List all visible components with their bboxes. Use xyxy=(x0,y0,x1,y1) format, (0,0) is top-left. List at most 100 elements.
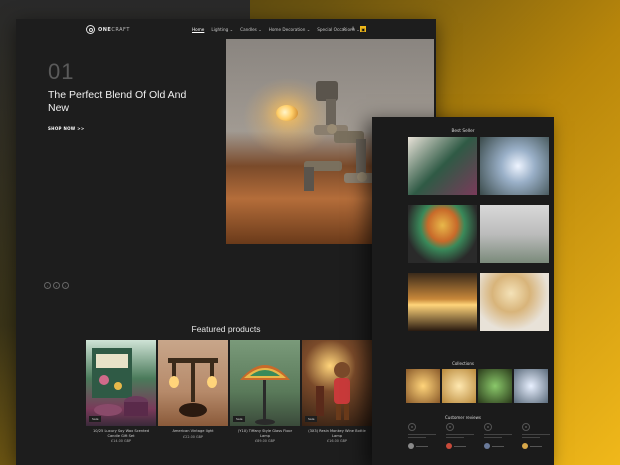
nav-icons: ⌕ ♙ ▣ xyxy=(343,26,367,32)
best-seller-image[interactable] xyxy=(408,205,477,263)
reviewer xyxy=(484,443,514,449)
best-seller-image[interactable] xyxy=(408,273,477,331)
reviewer-name xyxy=(416,445,428,447)
review-text xyxy=(446,437,464,438)
best-seller-item[interactable] xyxy=(408,137,477,205)
avatar xyxy=(522,443,528,449)
collection-item[interactable] xyxy=(406,369,440,404)
brand-name: ONECRAFT xyxy=(98,26,130,33)
product-price: £89.00 GBP xyxy=(255,439,275,443)
best-seller-item[interactable] xyxy=(408,273,477,341)
product-card[interactable]: Sale (Y1X) Tiffany Style Glass Floor Lam… xyxy=(230,340,300,443)
hero-title: The Perfect Blend Of Old And New xyxy=(48,89,187,114)
reviewer xyxy=(446,443,476,449)
collection-item[interactable] xyxy=(514,369,548,404)
best-seller-image[interactable] xyxy=(480,137,549,195)
reviewer-name xyxy=(454,445,466,447)
main-menu: Home Lighting ⌄ Candles ⌄ Home Decoratio… xyxy=(192,27,360,32)
brand-logo[interactable]: ONECRAFT xyxy=(86,25,130,34)
review-text xyxy=(522,437,540,438)
best-seller-item[interactable] xyxy=(480,137,549,205)
cart-icon[interactable]: ▣ xyxy=(360,26,367,32)
review-text xyxy=(408,434,436,435)
product-name[interactable]: 10/25 Luxury Soy Wax Scented Candle Gift… xyxy=(86,429,156,438)
best-seller-image[interactable] xyxy=(480,273,549,331)
slider-next-button[interactable]: › xyxy=(62,282,69,289)
customer-reviews-heading: Customer reviews xyxy=(444,415,481,420)
monkey-lamp-illustration xyxy=(316,362,350,420)
review-text xyxy=(446,434,474,435)
featured-products-list: Sale 10/25 Luxury Soy Wax Scented Candle… xyxy=(86,340,372,443)
secondary-page-mockup: Best Seller Collections Customer reviews… xyxy=(372,117,554,465)
hero-slide-number: 01 xyxy=(48,59,75,84)
hero-slider-controls: ‹ • › xyxy=(44,282,69,289)
candle-gift-set-illustration xyxy=(92,348,148,416)
review-card: ❝ xyxy=(408,423,438,449)
tiffany-lamp-illustration xyxy=(240,365,290,425)
nav-item-lighting[interactable]: Lighting ⌄ xyxy=(211,27,233,32)
slider-pause-button[interactable]: • xyxy=(53,282,60,289)
reviewer-name xyxy=(530,445,542,447)
product-image[interactable] xyxy=(158,340,228,426)
collections-list xyxy=(406,369,548,404)
product-card[interactable]: Sale 10/25 Luxury Soy Wax Scented Candle… xyxy=(86,340,156,443)
avatar xyxy=(484,443,490,449)
reviewer-name xyxy=(492,445,504,447)
avatar xyxy=(408,443,414,449)
avatar xyxy=(446,443,452,449)
best-seller-item[interactable] xyxy=(480,273,549,341)
collection-image[interactable] xyxy=(514,369,548,403)
product-card[interactable]: Sale (3X3) Resin Monkey Wine Bottle Lamp… xyxy=(302,340,372,443)
nav-item-home-decoration[interactable]: Home Decoration ⌄ xyxy=(269,27,311,32)
top-nav: ONECRAFT Home Lighting ⌄ Candles ⌄ Home … xyxy=(16,19,436,41)
collections-heading: Collections xyxy=(452,361,474,366)
best-seller-image[interactable] xyxy=(408,137,477,195)
collection-image[interactable] xyxy=(478,369,512,403)
logo-icon xyxy=(86,25,95,34)
sale-badge: Sale xyxy=(233,416,246,422)
search-icon[interactable]: ⌕ xyxy=(343,26,346,32)
product-price: £14.00 GBP xyxy=(111,439,131,443)
lamp-bulb xyxy=(276,105,298,121)
reviews-list: ❝ ❝ ❝ ❝ xyxy=(408,423,552,449)
best-seller-item[interactable] xyxy=(408,205,477,273)
product-price: £16.00 GBP xyxy=(327,439,347,443)
quote-icon: ❝ xyxy=(408,423,416,431)
reviewer xyxy=(408,443,438,449)
review-card: ❝ xyxy=(484,423,514,449)
shop-now-link[interactable]: SHOP NOW >> xyxy=(48,126,85,131)
product-name[interactable]: (3X3) Resin Monkey Wine Bottle Lamp xyxy=(302,429,372,438)
product-name[interactable]: American Vintage light xyxy=(158,429,228,434)
review-text xyxy=(522,434,550,435)
review-text xyxy=(484,434,512,435)
collection-image[interactable] xyxy=(442,369,476,403)
nav-item-home[interactable]: Home xyxy=(192,27,204,32)
reviewer xyxy=(522,443,552,449)
best-seller-item[interactable] xyxy=(480,205,549,273)
review-text xyxy=(484,437,502,438)
sale-badge: Sale xyxy=(89,416,102,422)
product-image[interactable]: Sale xyxy=(86,340,156,426)
sale-badge: Sale xyxy=(305,416,318,422)
product-card[interactable]: American Vintage light £22.00 GBP xyxy=(158,340,228,443)
best-seller-grid xyxy=(408,137,550,341)
collection-item[interactable] xyxy=(478,369,512,404)
user-icon[interactable]: ♙ xyxy=(351,26,355,32)
vintage-pipe-light-illustration xyxy=(168,358,218,417)
best-seller-image[interactable] xyxy=(480,205,549,263)
slider-prev-button[interactable]: ‹ xyxy=(44,282,51,289)
product-name[interactable]: (Y1X) Tiffany Style Glass Floor Lamp xyxy=(230,429,300,438)
review-text xyxy=(408,437,426,438)
collection-image[interactable] xyxy=(406,369,440,403)
product-image[interactable]: Sale xyxy=(230,340,300,426)
product-image[interactable]: Sale xyxy=(302,340,372,426)
quote-icon: ❝ xyxy=(522,423,530,431)
best-seller-heading: Best Seller xyxy=(451,129,475,134)
product-price: £22.00 GBP xyxy=(183,434,203,439)
review-card: ❝ xyxy=(446,423,476,449)
review-card: ❝ xyxy=(522,423,552,449)
quote-icon: ❝ xyxy=(484,423,492,431)
nav-item-candles[interactable]: Candles ⌄ xyxy=(240,27,262,32)
quote-icon: ❝ xyxy=(446,423,454,431)
collection-item[interactable] xyxy=(442,369,476,404)
